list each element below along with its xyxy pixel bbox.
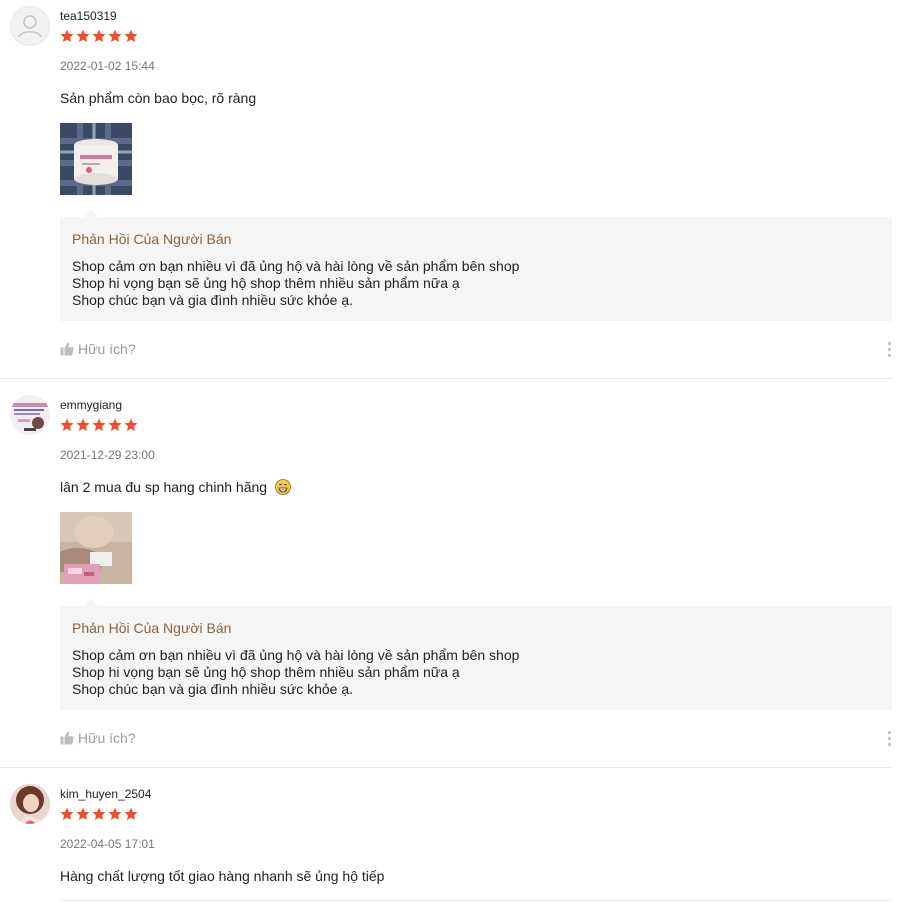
reviewer-username[interactable]: tea150319 — [60, 9, 117, 23]
star-icon — [108, 418, 122, 431]
review-comment: lân 2 mua đu sp hang chinh hãng — [60, 479, 291, 495]
more-options-icon[interactable] — [884, 729, 894, 747]
helpful-button[interactable]: Hữu ích? — [60, 340, 136, 358]
review-comment: Sản phẩm còn bao bọc, rõ ràng — [60, 90, 257, 106]
star-icon — [76, 29, 90, 42]
grinning-face-emoji-icon — [275, 479, 291, 495]
seller-reply-line: Shop cảm ơn bạn nhiều vì đã ủng hộ và hà… — [72, 647, 520, 663]
thumbs-up-icon — [60, 731, 74, 745]
user-avatar-image — [10, 395, 50, 435]
seller-reply-body: Shop cảm ơn bạn nhiều vì đã ủng hộ và hà… — [72, 258, 519, 309]
avatar[interactable] — [10, 6, 50, 46]
reviewer-username[interactable]: emmygiang — [60, 398, 122, 412]
review-item: kim_huyen_2504 2022-04-05 17:01 Hàng chấ… — [0, 778, 903, 903]
rating-stars — [60, 418, 138, 432]
review-timestamp: 2022-01-02 15:44 — [60, 59, 155, 73]
seller-reply-title: Phản Hồi Của Người Bán — [72, 231, 232, 247]
seller-reply-body: Shop cảm ơn bạn nhiều vì đã ủng hộ và hà… — [72, 647, 519, 698]
review-divider — [60, 900, 892, 901]
default-user-icon — [10, 6, 50, 46]
avatar[interactable] — [10, 784, 50, 824]
reviewer-username[interactable]: kim_huyen_2504 — [60, 787, 151, 801]
star-icon — [76, 418, 90, 431]
user-avatar-image — [10, 784, 50, 824]
star-icon — [92, 418, 106, 431]
star-icon — [60, 29, 74, 42]
star-icon — [124, 418, 138, 431]
review-divider — [0, 378, 892, 379]
star-icon — [108, 807, 122, 820]
helpful-button[interactable]: Hữu ích? — [60, 729, 136, 747]
seller-reply-line: Shop hi vọng bạn sẽ ủng hộ shop thêm nhi… — [72, 275, 460, 291]
review-item: tea150319 2022-01-02 15:44 Sản phẩm còn … — [0, 0, 903, 378]
star-icon — [60, 807, 74, 820]
seller-reply-line: Shop hi vọng bạn sẽ ủng hộ shop thêm nhi… — [72, 664, 460, 680]
star-icon — [124, 29, 138, 42]
avatar[interactable] — [10, 395, 50, 435]
thumbs-up-icon — [60, 342, 74, 356]
star-icon — [92, 29, 106, 42]
review-comment-text: lân 2 mua đu sp hang chinh hãng — [60, 479, 268, 495]
review-item: emmygiang 2021-12-29 23:00 lân 2 mua đu … — [0, 389, 903, 767]
helpful-label: Hữu ích? — [78, 341, 136, 357]
star-icon — [108, 29, 122, 42]
rating-stars — [60, 29, 138, 43]
star-icon — [92, 807, 106, 820]
more-options-icon[interactable] — [884, 340, 894, 358]
reply-arrow — [84, 210, 98, 217]
review-timestamp: 2022-04-05 17:01 — [60, 837, 155, 851]
seller-reply-line: Shop chúc bạn và gia đình nhiều sức khỏe… — [72, 681, 354, 697]
helpful-label: Hữu ích? — [78, 730, 136, 746]
product-hand-photo — [60, 512, 132, 584]
review-photo[interactable] — [60, 123, 132, 195]
seller-reply: Phản Hồi Của Người Bán Shop cảm ơn bạn n… — [60, 210, 892, 321]
seller-reply-title: Phản Hồi Của Người Bán — [72, 620, 232, 636]
review-timestamp: 2021-12-29 23:00 — [60, 448, 155, 462]
seller-reply: Phản Hồi Của Người Bán Shop cảm ơn bạn n… — [60, 599, 892, 710]
product-jar-photo — [60, 123, 132, 195]
star-icon — [76, 807, 90, 820]
reply-arrow — [84, 599, 98, 606]
rating-stars — [60, 807, 138, 821]
seller-reply-line: Shop chúc bạn và gia đình nhiều sức khỏe… — [72, 292, 354, 308]
review-photo[interactable] — [60, 512, 132, 584]
star-icon — [60, 418, 74, 431]
review-divider — [0, 767, 892, 768]
seller-reply-line: Shop cảm ơn bạn nhiều vì đã ủng hộ và hà… — [72, 258, 520, 274]
review-comment: Hàng chất lượng tốt giao hàng nhanh sẽ ủ… — [60, 868, 385, 884]
star-icon — [124, 807, 138, 820]
